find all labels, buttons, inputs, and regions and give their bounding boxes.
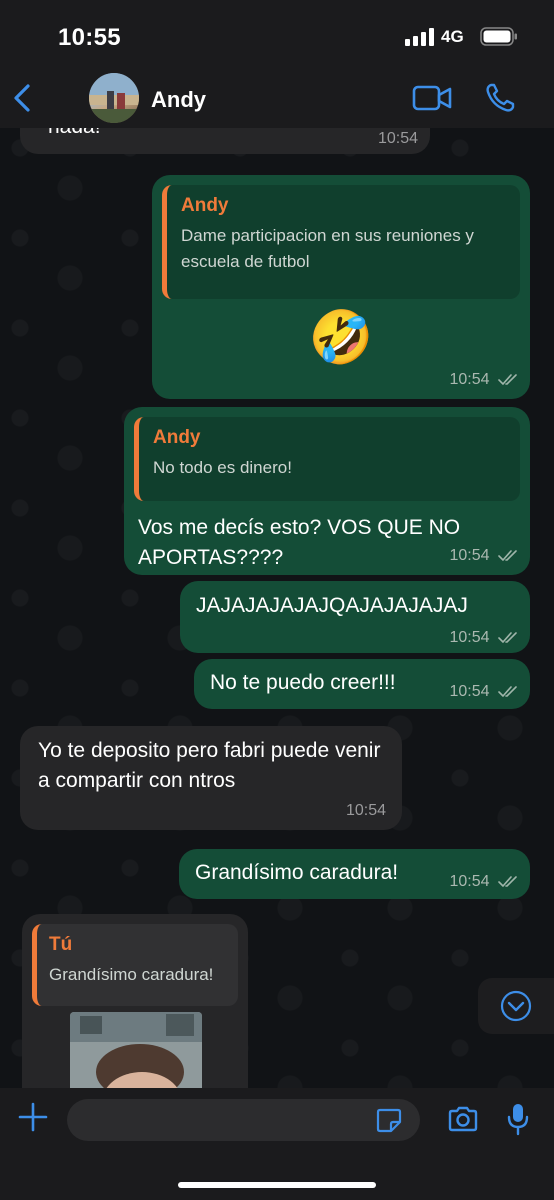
message-text: nada! xyxy=(30,128,420,142)
read-ticks-icon xyxy=(498,875,517,887)
quote-text: Grandísimo caradura! xyxy=(49,965,214,984)
outgoing-message[interactable]: JAJAJAJAJAJQAJAJAJAJAJ 10:54 xyxy=(180,581,530,653)
microphone-icon[interactable] xyxy=(506,1102,530,1136)
network-type: 4G xyxy=(441,27,464,46)
quote-author: Tú xyxy=(49,934,73,955)
scroll-to-bottom-button[interactable] xyxy=(478,978,554,1034)
quote-author: Andy xyxy=(153,427,201,448)
message-time: 10:54 xyxy=(450,683,519,701)
message-time: 10:54 xyxy=(377,130,418,147)
message-time: 10:54 xyxy=(450,547,519,565)
battery-icon xyxy=(480,27,517,46)
quote-text: No todo es dinero! xyxy=(153,458,292,477)
outgoing-message[interactable]: Andy No todo es dinero! Vos me decís est… xyxy=(124,407,530,575)
quote-author: Andy xyxy=(181,195,229,216)
outgoing-message[interactable]: No te puedo creer!!! 10:54 xyxy=(194,659,530,709)
incoming-message[interactable]: Tú Grandísimo caradura! xyxy=(22,914,248,1088)
incoming-message[interactable]: nada! 10:54 xyxy=(20,128,430,154)
message-time: 10:54 xyxy=(450,371,519,389)
emoji-message: 🤣 xyxy=(308,309,374,367)
home-indicator xyxy=(178,1182,376,1188)
plus-icon[interactable] xyxy=(18,1102,48,1132)
quoted-message[interactable]: Andy No todo es dinero! xyxy=(134,417,520,501)
message-input[interactable] xyxy=(67,1099,420,1141)
contact-name[interactable]: Andy xyxy=(151,87,206,113)
chat-area[interactable]: nada! 10:54 Andy Dame participacion en s… xyxy=(0,128,554,1088)
message-composer xyxy=(0,1088,554,1200)
quoted-message[interactable]: Andy Dame participacion en sus reuniones… xyxy=(162,185,520,299)
quoted-message[interactable]: Tú Grandísimo caradura! xyxy=(32,924,238,1006)
message-time: 10:54 xyxy=(450,873,519,891)
incoming-message[interactable]: Yo te deposito pero fabri puede venir a … xyxy=(20,726,402,830)
phone-call-icon[interactable] xyxy=(484,82,516,114)
read-ticks-icon xyxy=(498,549,517,561)
photo-attachment[interactable] xyxy=(70,1012,202,1088)
video-call-icon[interactable] xyxy=(412,84,452,112)
sticker-icon[interactable] xyxy=(376,1107,402,1133)
message-text: Yo te deposito pero fabri puede venir a … xyxy=(38,739,381,792)
read-ticks-icon xyxy=(498,373,517,385)
signal-bars-icon xyxy=(405,28,434,46)
contact-avatar[interactable] xyxy=(89,73,139,123)
read-ticks-icon xyxy=(498,685,517,697)
message-time: 10:54 xyxy=(450,629,519,647)
read-ticks-icon xyxy=(498,631,517,643)
outgoing-message[interactable]: Grandísimo caradura! 10:54 xyxy=(179,849,530,899)
message-text: JAJAJAJAJAJQAJAJAJAJAJ xyxy=(196,594,468,617)
outgoing-message[interactable]: Andy Dame participacion en sus reuniones… xyxy=(152,175,530,399)
back-chevron-icon[interactable] xyxy=(10,83,34,113)
message-time: 10:54 xyxy=(345,802,386,819)
quote-text: Dame participacion en sus reuniones y es… xyxy=(181,226,474,271)
scroll-down-icon xyxy=(500,990,532,1022)
status-time: 10:55 xyxy=(58,24,121,51)
camera-icon[interactable] xyxy=(447,1105,479,1133)
chat-header: 10:55 4G Andy xyxy=(0,0,554,128)
